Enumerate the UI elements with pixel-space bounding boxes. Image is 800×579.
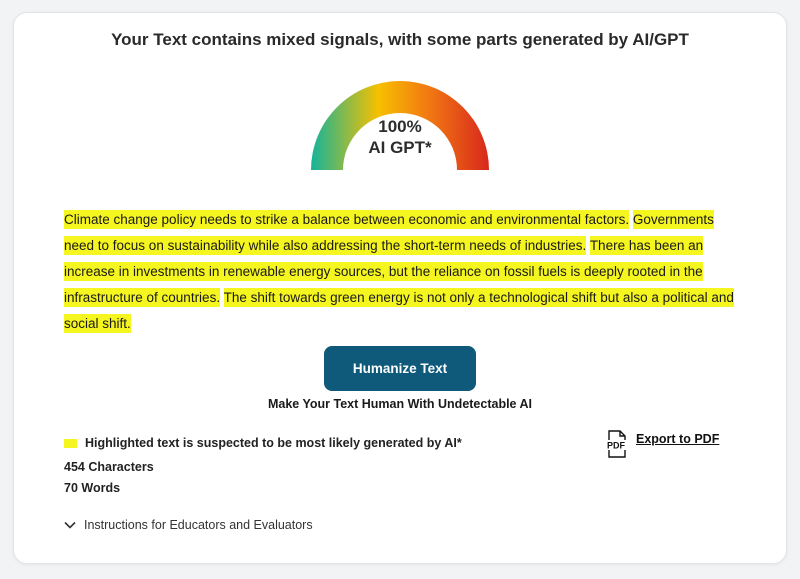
instructions-label: Instructions for Educators and Evaluator…: [84, 518, 313, 532]
highlight-legend: Highlighted text is suspected to be most…: [64, 436, 462, 450]
chevron-down-icon: [64, 521, 76, 529]
export-pdf-link[interactable]: PDF Export to PDF: [604, 430, 719, 458]
humanize-subtitle: Make Your Text Human With Undetectable A…: [267, 397, 533, 411]
pdf-file-icon: PDF: [605, 430, 627, 458]
instructions-toggle[interactable]: Instructions for Educators and Evaluator…: [64, 518, 313, 532]
character-count: 454 Characters: [64, 460, 154, 474]
analyzed-text: Climate change policy needs to strike a …: [64, 207, 736, 337]
export-pdf-label: Export to PDF: [636, 432, 720, 446]
gauge-percent: 100%: [378, 117, 422, 136]
word-count: 70 Words: [64, 481, 121, 495]
highlighted-sentence: Climate change policy needs to strike a …: [64, 210, 630, 229]
highlight-swatch: [64, 439, 77, 449]
gauge-readout: 100% AI GPT*: [296, 116, 504, 158]
gauge-result-label: AI GPT*: [368, 138, 432, 157]
text-stats: 454 Characters 70 Words: [64, 457, 154, 499]
result-headline: Your Text contains mixed signals, with s…: [111, 30, 689, 49]
legend-label: Highlighted text is suspected to be most…: [85, 436, 462, 450]
pdf-icon-text: PDF: [607, 441, 626, 451]
humanize-text-button[interactable]: Humanize Text: [324, 346, 476, 391]
